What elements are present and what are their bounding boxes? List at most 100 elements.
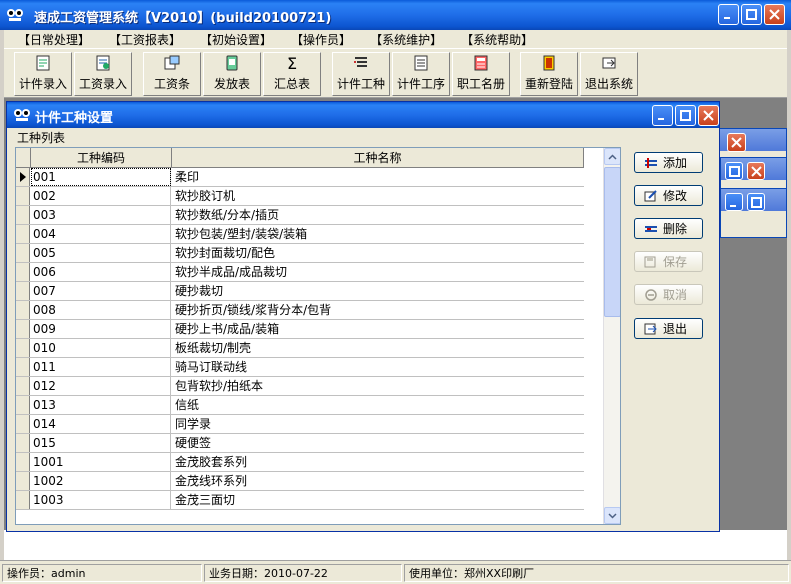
toolbar-piece-entry-button[interactable]: 计件录入: [14, 52, 72, 96]
main-title-bar[interactable]: 速成工资管理系统【V2010】(build20100721): [0, 0, 791, 30]
cell-name[interactable]: 同学录: [172, 415, 584, 433]
table-row[interactable]: 010 板纸裁切/制壳: [16, 339, 584, 358]
header-code[interactable]: 工种编码: [31, 148, 172, 168]
cell-code[interactable]: 007: [31, 282, 171, 300]
cell-name[interactable]: 软抄封面裁切/配色: [172, 244, 584, 262]
cell-code[interactable]: 002: [31, 187, 171, 205]
cell-code[interactable]: 013: [31, 396, 171, 414]
row-indicator[interactable]: [16, 225, 30, 243]
piece-type-grid[interactable]: 工种编码 工种名称 001 柔印 002 软抄胶订机 003 软抄数纸/分本/插页 004 软…: [15, 147, 621, 525]
menu-init-settings[interactable]: 【初始设置】: [186, 31, 277, 48]
cell-code[interactable]: 1003: [31, 491, 171, 509]
header-name[interactable]: 工种名称: [172, 148, 584, 168]
minimize-button[interactable]: [718, 4, 739, 25]
toolbar-exit-system-button[interactable]: 退出系统: [580, 52, 638, 96]
cell-code[interactable]: 1002: [31, 472, 171, 490]
menu-operator[interactable]: 【操作员】: [277, 31, 356, 48]
cell-name[interactable]: 软抄包装/塑封/装袋/装箱: [172, 225, 584, 243]
row-indicator[interactable]: [16, 263, 30, 281]
row-indicator[interactable]: [16, 434, 30, 452]
table-row[interactable]: 007 硬抄裁切: [16, 282, 584, 301]
scroll-up-button[interactable]: [604, 148, 620, 165]
cell-code[interactable]: 014: [31, 415, 171, 433]
background-window-2-close-button[interactable]: [747, 162, 765, 180]
edit-button[interactable]: 修改: [634, 185, 703, 206]
cell-code[interactable]: 010: [31, 339, 171, 357]
cell-code[interactable]: 1001: [31, 453, 171, 471]
toolbar-salary-entry-button[interactable]: 工资录入: [74, 52, 132, 96]
toolbar-piece-process-button[interactable]: 计件工序: [392, 52, 450, 96]
background-window-2-maximize-button[interactable]: [725, 162, 743, 180]
cell-code[interactable]: 005: [31, 244, 171, 262]
delete-button[interactable]: 删除: [634, 218, 703, 239]
row-indicator[interactable]: [16, 377, 30, 395]
cell-name[interactable]: 硬抄上书/成品/装箱: [172, 320, 584, 338]
table-row[interactable]: 012 包背软抄/拍纸本: [16, 377, 584, 396]
row-indicator[interactable]: [16, 396, 30, 414]
row-indicator[interactable]: [16, 415, 30, 433]
child-maximize-button[interactable]: [675, 105, 696, 126]
maximize-button[interactable]: [741, 4, 762, 25]
cell-name[interactable]: 金茂胶套系列: [172, 453, 584, 471]
cell-name[interactable]: 板纸裁切/制壳: [172, 339, 584, 357]
child-title-bar[interactable]: 计件工种设置: [7, 102, 719, 128]
row-indicator[interactable]: [16, 301, 30, 319]
cell-name[interactable]: 包背软抄/拍纸本: [172, 377, 584, 395]
background-window-3[interactable]: [720, 188, 787, 238]
toolbar-piece-type-button[interactable]: 计件工种: [332, 52, 390, 96]
row-indicator[interactable]: [16, 472, 30, 490]
background-window-1-close-button[interactable]: [727, 133, 746, 152]
cell-name[interactable]: 软抄数纸/分本/插页: [172, 206, 584, 224]
row-indicator[interactable]: [16, 358, 30, 376]
cell-name[interactable]: 硬抄折页/锁线/浆背分本/包背: [172, 301, 584, 319]
table-row[interactable]: 013 信纸: [16, 396, 584, 415]
child-close-button[interactable]: [698, 105, 719, 126]
table-row[interactable]: 1003 金茂三面切: [16, 491, 584, 510]
save-button[interactable]: 保存: [634, 251, 703, 272]
scroll-thumb[interactable]: [604, 167, 620, 317]
row-indicator[interactable]: [16, 491, 30, 509]
table-row[interactable]: 1001 金茂胶套系列: [16, 453, 584, 472]
cell-code[interactable]: 001: [31, 168, 171, 186]
row-indicator[interactable]: [16, 320, 30, 338]
menu-system-maintenance[interactable]: 【系统维护】: [356, 31, 447, 48]
add-button[interactable]: 添加: [634, 152, 703, 173]
cell-code[interactable]: 015: [31, 434, 171, 452]
background-window-3-minimize-button[interactable]: [725, 193, 743, 211]
table-row[interactable]: 002 软抄胶订机: [16, 187, 584, 206]
cell-name[interactable]: 骑马订联动线: [172, 358, 584, 376]
table-row[interactable]: 015 硬便签: [16, 434, 584, 453]
row-indicator[interactable]: [16, 339, 30, 357]
cell-code[interactable]: 008: [31, 301, 171, 319]
table-row[interactable]: 009 硬抄上书/成品/装箱: [16, 320, 584, 339]
cell-code[interactable]: 009: [31, 320, 171, 338]
cell-code[interactable]: 012: [31, 377, 171, 395]
row-indicator[interactable]: [16, 187, 30, 205]
exit-button[interactable]: 退出: [634, 318, 703, 339]
scroll-down-button[interactable]: [604, 507, 620, 524]
table-row[interactable]: 005 软抄封面裁切/配色: [16, 244, 584, 263]
toolbar-relogin-button[interactable]: 重新登陆: [520, 52, 578, 96]
cell-name[interactable]: 信纸: [172, 396, 584, 414]
table-row[interactable]: 014 同学录: [16, 415, 584, 434]
menu-daily[interactable]: 【日常处理】: [4, 31, 95, 48]
menu-help[interactable]: 【系统帮助】: [447, 31, 538, 48]
table-row[interactable]: 003 软抄数纸/分本/插页: [16, 206, 584, 225]
toolbar-employee-roster-button[interactable]: 职工名册: [452, 52, 510, 96]
cell-code[interactable]: 003: [31, 206, 171, 224]
table-row[interactable]: 008 硬抄折页/锁线/浆背分本/包背: [16, 301, 584, 320]
cell-name[interactable]: 金茂三面切: [172, 491, 584, 509]
table-row[interactable]: 001 柔印: [16, 168, 584, 187]
cell-code[interactable]: 006: [31, 263, 171, 281]
background-window-3-maximize-button[interactable]: [747, 193, 765, 211]
row-indicator[interactable]: [16, 453, 30, 471]
cell-name[interactable]: 软抄半成品/成品裁切: [172, 263, 584, 281]
cancel-button[interactable]: 取消: [634, 284, 703, 305]
row-indicator[interactable]: [16, 282, 30, 300]
cell-name[interactable]: 软抄胶订机: [172, 187, 584, 205]
toolbar-payslip-button[interactable]: 工资条: [143, 52, 201, 96]
close-button[interactable]: [764, 4, 785, 25]
toolbar-payout-sheet-button[interactable]: 发放表: [203, 52, 261, 96]
menu-salary-report[interactable]: 【工资报表】: [95, 31, 186, 48]
cell-name[interactable]: 金茂线环系列: [172, 472, 584, 490]
